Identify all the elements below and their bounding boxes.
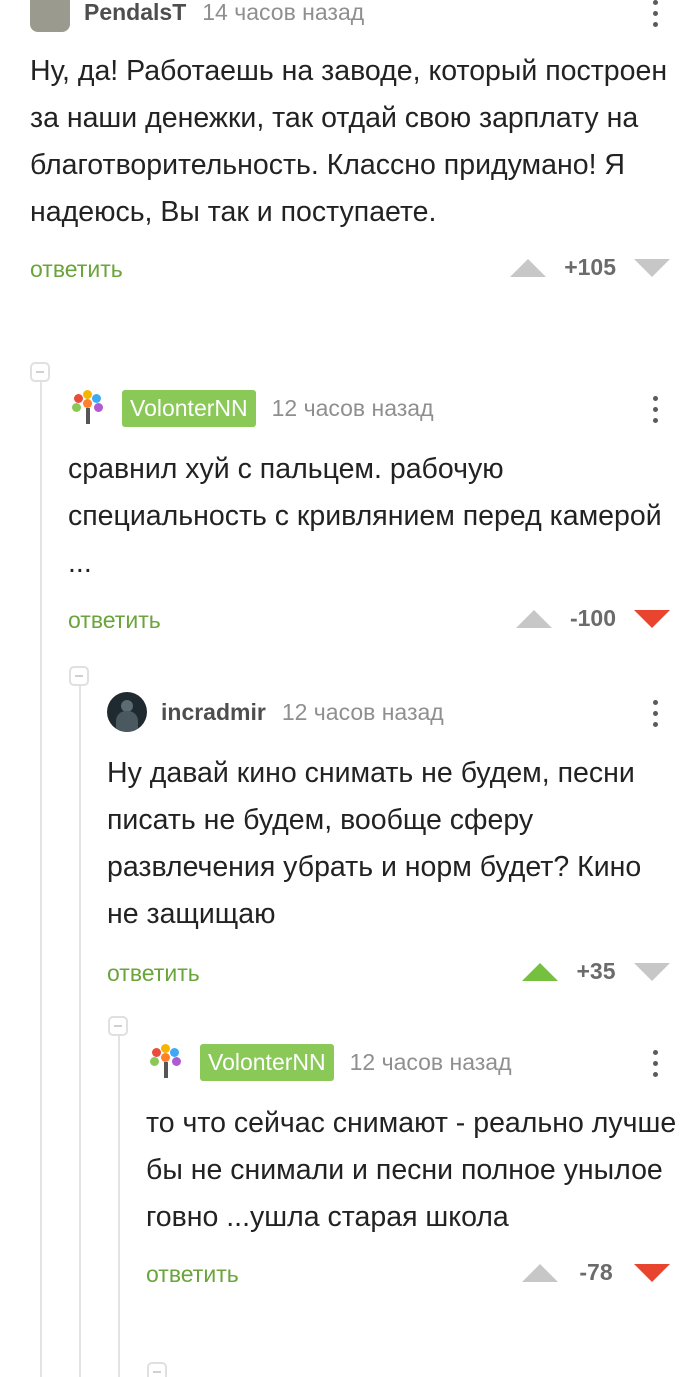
tree-hands-avatar-icon[interactable] [68, 388, 108, 428]
more-options-icon[interactable] [652, 700, 658, 730]
thread-line-level-3 [118, 1026, 120, 1377]
more-options-icon[interactable] [652, 1050, 658, 1080]
comment-header: PendalsT 14 часов назад [30, 0, 700, 36]
comment-actions: ответить +105 [30, 250, 700, 290]
reply-link[interactable]: ответить [146, 1261, 239, 1288]
comment-thread: PendalsT 14 часов назад Ну, да! Работаеш… [0, 0, 700, 1377]
more-options-icon[interactable] [652, 396, 658, 426]
comment-time: 14 часов назад [202, 0, 365, 25]
dark-figure-avatar-icon[interactable] [107, 692, 147, 732]
comment-author[interactable]: PendalsT [84, 0, 186, 26]
comment-time: 12 часов назад [281, 698, 444, 725]
collapse-thread-button[interactable] [69, 666, 89, 686]
comment: incradmir 12 часов назад Ну давай кино с… [107, 688, 700, 994]
comment-text: Ну давай кино снимать не будем, песни пи… [107, 757, 642, 930]
comment-text: Ну, да! Работаешь на заводе, который пос… [30, 55, 668, 228]
comment-author[interactable]: incradmir [161, 699, 266, 726]
comment-time: 12 часов назад [271, 394, 434, 421]
rating-score: +35 [576, 958, 616, 984]
comment-text: то что сейчас снимают - реально лучше бы… [146, 1107, 677, 1233]
collapse-thread-button[interactable] [147, 1362, 167, 1377]
comment: VolonterNN 12 часов назад сравнил хуй с … [68, 384, 700, 641]
reply-link[interactable]: ответить [30, 256, 123, 283]
vote-controls: +35 [522, 958, 670, 985]
comment-header: incradmir 12 часов назад [107, 688, 700, 736]
comment-time: 12 часов назад [349, 1048, 512, 1075]
more-options-icon[interactable] [652, 0, 658, 30]
comment-author[interactable]: VolonterNN [122, 389, 256, 427]
rating-score: -78 [579, 1259, 613, 1285]
comment-header: VolonterNN 12 часов назад [68, 384, 700, 432]
vote-controls: -78 [522, 1259, 670, 1286]
collapse-thread-button[interactable] [108, 1016, 128, 1036]
vote-controls: -100 [515, 605, 670, 632]
downvote-arrow-icon[interactable] [634, 962, 670, 981]
upvote-arrow-icon[interactable] [510, 258, 547, 277]
thread-line-level-2 [79, 676, 81, 1377]
thread-line-level-1 [40, 372, 42, 1377]
rating-score: -100 [569, 605, 616, 631]
tree-hands-avatar-icon[interactable] [146, 1042, 186, 1082]
comment-actions: ответить +35 [107, 954, 700, 994]
cat-avatar-icon[interactable] [30, 0, 70, 32]
rating-score: +105 [564, 254, 616, 280]
comment-author[interactable]: VolonterNN [200, 1043, 334, 1081]
downvote-arrow-icon[interactable] [634, 609, 670, 628]
comment: VolonterNN 12 часов назад то что сейчас … [146, 1038, 700, 1295]
comment: PendalsT 14 часов назад Ну, да! Работаеш… [30, 0, 700, 290]
reply-link[interactable]: ответить [107, 960, 200, 987]
comment-actions: ответить -78 [146, 1255, 700, 1295]
upvote-arrow-icon[interactable] [515, 609, 552, 628]
upvote-arrow-icon[interactable] [522, 962, 558, 981]
downvote-arrow-icon[interactable] [634, 1263, 670, 1282]
downvote-arrow-icon[interactable] [634, 258, 670, 277]
reply-link[interactable]: ответить [68, 607, 161, 634]
collapse-thread-button[interactable] [30, 362, 50, 382]
comment-text: сравнил хуй с пальцем. рабочую специальн… [68, 453, 662, 579]
vote-controls: +105 [510, 254, 670, 281]
upvote-arrow-icon[interactable] [522, 1263, 558, 1282]
comment-header: VolonterNN 12 часов назад [146, 1038, 700, 1086]
comment-actions: ответить -100 [68, 601, 700, 641]
